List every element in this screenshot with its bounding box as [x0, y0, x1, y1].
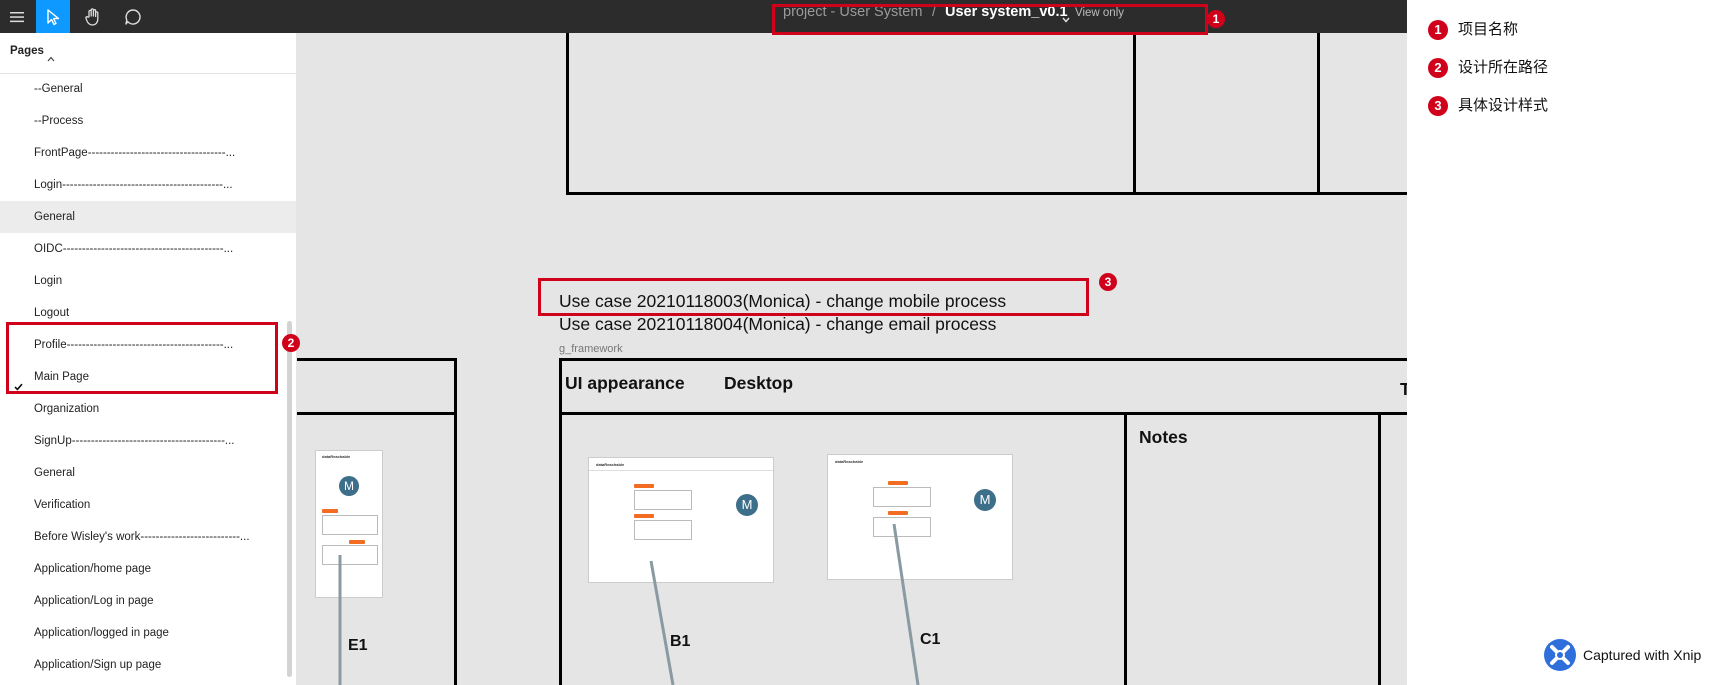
- page-item[interactable]: Application/Log in page: [0, 585, 270, 617]
- annotation-badge: 2: [282, 334, 300, 352]
- page-item[interactable]: Login-----------------------------------…: [0, 169, 270, 201]
- page-item[interactable]: SignUp----------------------------------…: [0, 425, 270, 457]
- page-item[interactable]: General: [0, 457, 270, 489]
- annotation-badge: 1: [1207, 10, 1225, 28]
- page-item[interactable]: Application/Sign up page: [0, 649, 270, 681]
- annotation-box-design: [538, 278, 1089, 316]
- hand-icon[interactable]: [76, 0, 110, 33]
- page-item[interactable]: --Process: [0, 105, 270, 137]
- page-item[interactable]: FrontPage-------------------------------…: [0, 137, 270, 169]
- page-item[interactable]: Application/logged in page: [0, 617, 270, 649]
- page-item[interactable]: Before Wisley's work--------------------…: [0, 521, 270, 553]
- page-item[interactable]: Organization: [0, 393, 270, 425]
- legend-text: 项目名称: [1458, 21, 1519, 38]
- page-item[interactable]: --General: [0, 73, 270, 105]
- legend-badge: 2: [1428, 58, 1448, 78]
- annotation-box-project: [772, 4, 1208, 35]
- prototype-connectors: [338, 523, 920, 685]
- page-item[interactable]: OIDC------------------------------------…: [0, 233, 270, 265]
- hamburger-menu-icon[interactable]: [0, 0, 34, 33]
- legend-badge: 1: [1428, 20, 1448, 40]
- xnip-logo-icon: [1543, 638, 1577, 677]
- move-cursor-icon[interactable]: [36, 0, 70, 33]
- annotation-badge: 3: [1099, 273, 1117, 291]
- pages-header[interactable]: Pages: [10, 45, 44, 57]
- legend-badge: 3: [1428, 96, 1448, 116]
- chevron-up-icon[interactable]: [47, 49, 55, 67]
- page-item-hovered[interactable]: General: [0, 201, 296, 233]
- comment-icon[interactable]: [116, 0, 150, 33]
- page-item[interactable]: Application/home page: [0, 553, 270, 585]
- legend-text: 设计所在路径: [1458, 59, 1549, 76]
- legend-text: 具体设计样式: [1458, 97, 1549, 114]
- watermark-text: Captured with Xnip: [1583, 647, 1702, 663]
- design-canvas[interactable]: Use case 20210118003(Monica) - change mo…: [297, 33, 1407, 685]
- annotation-box-path: [6, 322, 278, 394]
- page-item[interactable]: Login: [0, 265, 270, 297]
- page-item[interactable]: Verification: [0, 489, 270, 521]
